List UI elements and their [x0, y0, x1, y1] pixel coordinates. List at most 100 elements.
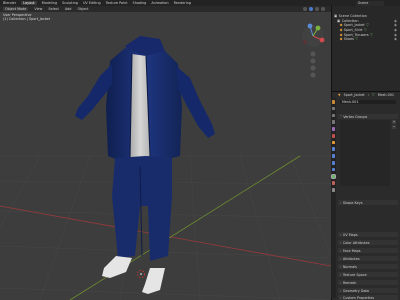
remove-button[interactable]: − [392, 125, 396, 129]
panel-texture-space[interactable]: › Texture Space [338, 272, 398, 277]
mesh-icon: ▽ [355, 37, 359, 42]
data-name: Mesh.001 [377, 93, 395, 97]
panel-title: Normals [342, 264, 357, 269]
mesh-data-tab-icon[interactable] [330, 173, 337, 180]
menu-view[interactable]: View [34, 7, 42, 11]
scene-name: Scene [358, 1, 369, 5]
panel-vertex-groups[interactable]: ˅ Vertex Groups [338, 114, 398, 119]
panel-remesh[interactable]: › Remesh [338, 280, 398, 285]
y-axis-line [69, 155, 301, 300]
workspace-tab-animation[interactable]: Animation [151, 1, 168, 5]
object-icon [339, 37, 343, 41]
chevron-right-icon: › [340, 295, 342, 300]
viewport-info: User Perspective (1) Collection | Sport_… [3, 13, 50, 21]
physics-tab-icon[interactable] [331, 161, 336, 165]
texture-tab-icon[interactable] [331, 188, 336, 192]
properties-tabs [330, 98, 337, 298]
mesh-data-value: Mesh.001 [342, 100, 359, 104]
panel-face-maps[interactable]: › Face Maps [338, 248, 398, 253]
panel-title: Custom Properties [342, 295, 375, 300]
wireframe-shading-icon[interactable] [303, 7, 307, 11]
chevron-right-icon: › [340, 248, 342, 253]
eye-icon[interactable]: ◉ [394, 28, 397, 32]
workspace-tab-shading[interactable]: Shading [133, 1, 147, 5]
outliner-item-label: Sport_Trousers [343, 32, 369, 37]
workspace-tab-rendering[interactable]: Rendering [174, 1, 191, 5]
chevron-right-icon: › [340, 240, 342, 245]
mode-selector[interactable]: Object Mode [3, 7, 29, 11]
workspace-tab-uv-editing[interactable]: UV Editing [83, 1, 101, 5]
viewport-nav-buttons [310, 51, 316, 78]
panel-custom-properties[interactable]: › Custom Properties [338, 295, 398, 300]
constraints-tab-icon[interactable] [331, 167, 336, 172]
view-layer-tab-icon[interactable] [331, 120, 336, 124]
menu-object[interactable]: Object [77, 7, 88, 11]
3d-cursor [137, 270, 145, 278]
viewport-header: Object Mode View Select Add Object [0, 6, 331, 12]
app-menu[interactable]: Blender [3, 1, 16, 5]
outliner-item-label: Sport_Shirt [343, 28, 363, 33]
object-icon: ▼ [338, 93, 341, 97]
outliner-item-label: Collection [341, 18, 359, 23]
mesh-icon: ▽ [366, 23, 369, 28]
eye-icon[interactable]: ◉ [394, 33, 397, 37]
object-name: Sport_Jacket [343, 93, 365, 97]
workspace-tab-texture-paint[interactable]: Texture Paint [106, 1, 128, 5]
tool-tab-icon[interactable] [331, 100, 336, 104]
object-tab-icon[interactable] [331, 140, 336, 145]
panel-attributes[interactable]: › Attributes [338, 256, 398, 261]
chevron-right-icon: › [340, 272, 342, 277]
eye-icon[interactable]: ◉ [394, 23, 397, 27]
chevron-right-icon: › [340, 256, 342, 261]
outliner-item-label: Scene Collection [338, 14, 367, 19]
outliner-row[interactable]: Shoes ▽ ◉ [332, 37, 400, 42]
vertex-group-list[interactable] [340, 120, 390, 186]
render-tab-icon[interactable] [331, 106, 336, 111]
workspace-tab-modeling[interactable]: Modeling [42, 1, 57, 5]
output-tab-icon[interactable] [331, 113, 336, 118]
panel-color-attributes[interactable]: › Color Attributes [338, 240, 398, 245]
eye-icon[interactable]: ◉ [394, 19, 397, 23]
panel-uv-maps[interactable]: › UV Maps [338, 232, 398, 237]
panel-title: Shape Keys [342, 200, 363, 205]
panel-title: Color Attributes [342, 240, 370, 245]
panel-title: Texture Space [342, 272, 367, 277]
mesh-data-field[interactable]: Mesh.001 [340, 100, 396, 104]
mesh-icon: ▽ [363, 28, 367, 33]
panel-normals[interactable]: › Normals [338, 264, 398, 269]
3d-viewport[interactable] [0, 6, 331, 300]
chevron-right-icon: › [340, 200, 342, 205]
workspace-tab-layout[interactable]: Layout [21, 1, 37, 5]
outfit-model [75, 36, 215, 294]
menu-add[interactable]: Add [65, 7, 72, 11]
viewport-canvas [0, 23, 331, 300]
particles-tab-icon[interactable] [331, 154, 336, 158]
chevron-right-icon: › [340, 264, 342, 269]
panel-title: Remesh [342, 280, 357, 285]
outliner[interactable]: ▣ Scene Collection ▣ Collection ◉ Sport_… [331, 6, 400, 91]
world-tab-icon[interactable] [331, 133, 336, 138]
panel-geometry-data[interactable]: › Geometry Data [338, 288, 398, 293]
mesh-icon: ▽ [371, 93, 375, 97]
mesh-icon: ▽ [370, 32, 373, 37]
eye-icon[interactable]: ◉ [394, 37, 397, 41]
object-icon [339, 33, 343, 37]
panel-title: UV Maps [342, 232, 358, 237]
rendered-shading-icon[interactable] [321, 7, 325, 11]
panel-title: Face Maps [342, 248, 361, 253]
scene-selector[interactable]: Scene [356, 0, 384, 6]
chevron-down-icon: ˅ [340, 114, 342, 119]
chevron-right-icon: › [340, 232, 342, 237]
scene-tab-icon[interactable] [331, 127, 336, 131]
modifier-tab-icon[interactable] [331, 147, 336, 152]
add-button[interactable]: + [392, 120, 396, 124]
menu-select[interactable]: Select [48, 7, 58, 11]
collection-label: (1) Collection | Sport_Jacket [3, 17, 50, 21]
material-tab-icon[interactable] [331, 181, 336, 185]
chevron-right-icon: › [340, 288, 342, 293]
panel-shape-keys[interactable]: › Shape Keys [338, 200, 398, 205]
solid-shading-icon[interactable] [309, 7, 313, 11]
material-shading-icon[interactable] [315, 7, 319, 11]
workspace-tab-sculpting[interactable]: Sculpting [62, 1, 78, 5]
panel-title: Vertex Groups [343, 114, 368, 119]
